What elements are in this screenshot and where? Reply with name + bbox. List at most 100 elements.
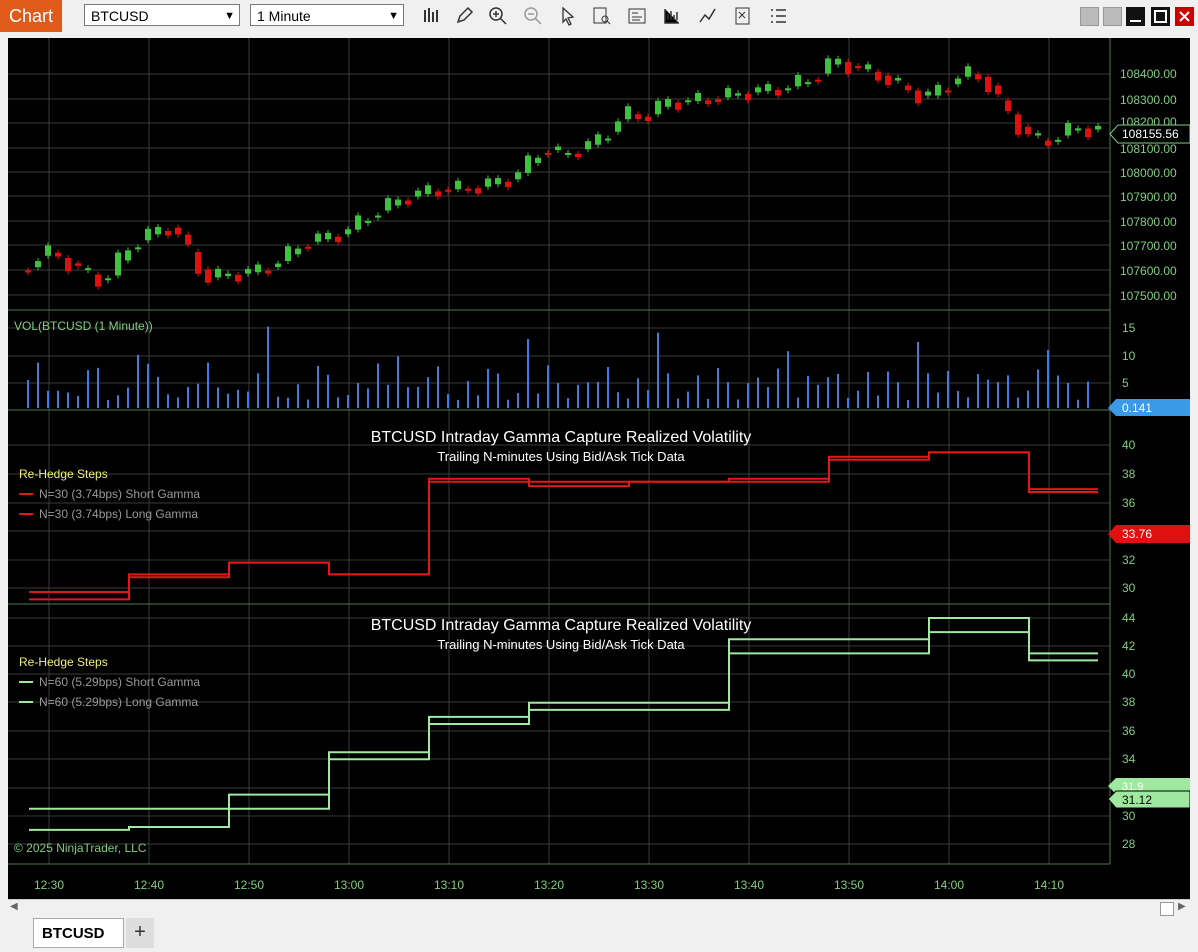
chart-toolbar: Chart BTCUSD ▼ 1 Minute ▼ bbox=[0, 0, 1198, 32]
volume-bar bbox=[387, 384, 389, 408]
data-box-icon[interactable] bbox=[590, 5, 614, 27]
price-tick: 107700.00 bbox=[1120, 239, 1177, 253]
candle-body bbox=[805, 82, 811, 85]
copyright-text: © 2025 NinjaTrader, LLC bbox=[14, 841, 147, 855]
volume-bar bbox=[537, 393, 539, 408]
chart-canvas[interactable]: 108400.00 108300.00 108200.00 108100.00 … bbox=[8, 38, 1190, 900]
volume-tick: 15 bbox=[1122, 321, 1136, 335]
candle-body bbox=[235, 274, 241, 282]
price-tick: 107800.00 bbox=[1120, 215, 1177, 229]
gamma30-last-value: 33.76 bbox=[1122, 527, 1152, 541]
volume-bar bbox=[87, 370, 89, 408]
candle-body bbox=[1045, 140, 1051, 146]
properties-icon[interactable] bbox=[625, 5, 649, 27]
volume-bar bbox=[427, 377, 429, 408]
volume-tick: 5 bbox=[1122, 376, 1129, 390]
candle-body bbox=[525, 155, 531, 173]
restore-layout-icon[interactable] bbox=[1080, 7, 1099, 26]
candle-body bbox=[965, 66, 971, 77]
instrument-selector[interactable]: BTCUSD ▼ bbox=[84, 4, 240, 26]
volume-bar bbox=[967, 397, 969, 408]
volume-bar bbox=[937, 392, 939, 408]
volume-bar bbox=[37, 362, 39, 408]
zoom-out-icon[interactable] bbox=[521, 5, 545, 27]
volume-bar bbox=[157, 376, 159, 408]
candle-body bbox=[725, 88, 731, 98]
volume-bar bbox=[57, 390, 59, 408]
volume-bar bbox=[717, 368, 719, 408]
candle-body bbox=[865, 64, 871, 70]
volume-label: VOL(BTCUSD (1 Minute)) bbox=[14, 319, 153, 333]
candle-body bbox=[105, 278, 111, 281]
candle-body bbox=[315, 233, 321, 242]
candle-body bbox=[505, 181, 511, 188]
candle-body bbox=[25, 270, 31, 273]
horizontal-scrollbar[interactable]: ◀ ▶ bbox=[8, 899, 1190, 917]
candle-body bbox=[145, 228, 151, 241]
scroll-left-icon[interactable]: ◀ bbox=[10, 901, 18, 912]
strategies-icon[interactable] bbox=[696, 5, 720, 27]
volume-bar bbox=[297, 384, 299, 408]
candle-body bbox=[265, 270, 271, 274]
volume-bar bbox=[807, 375, 809, 408]
candle-body bbox=[545, 153, 551, 155]
candle-body bbox=[395, 199, 401, 206]
scroll-thumb[interactable] bbox=[1160, 902, 1174, 916]
interval-selector[interactable]: 1 Minute ▼ bbox=[250, 4, 404, 26]
templates-icon[interactable] bbox=[731, 5, 755, 27]
pointer-icon[interactable] bbox=[556, 5, 580, 27]
x-tick: 13:20 bbox=[534, 878, 564, 892]
chart-menu-button[interactable]: Chart bbox=[0, 0, 62, 32]
volume-bar bbox=[267, 326, 269, 408]
list-icon[interactable] bbox=[766, 5, 790, 27]
gamma60-tick: 34 bbox=[1122, 752, 1136, 766]
volume-bar bbox=[137, 354, 139, 408]
x-tick: 12:50 bbox=[234, 878, 264, 892]
volume-bar bbox=[107, 399, 109, 408]
scroll-right-icon[interactable]: ▶ bbox=[1178, 901, 1186, 912]
candle-body bbox=[95, 274, 101, 287]
volume-bar bbox=[227, 393, 229, 408]
candle-body bbox=[165, 231, 171, 236]
volume-bar bbox=[1007, 375, 1009, 408]
candle-body bbox=[705, 100, 711, 105]
candle-body bbox=[735, 93, 741, 96]
indicators-icon[interactable] bbox=[660, 5, 684, 27]
candle-body bbox=[65, 258, 71, 272]
tile-icon[interactable] bbox=[1103, 7, 1122, 26]
volume-bar bbox=[877, 395, 879, 408]
chart-svg[interactable]: 108400.00 108300.00 108200.00 108100.00 … bbox=[8, 38, 1190, 900]
tab-bar: BTCUSD + bbox=[0, 916, 1198, 952]
pencil-icon[interactable] bbox=[452, 5, 476, 27]
gamma30-tick: 32 bbox=[1122, 553, 1136, 567]
volume-bar bbox=[1057, 375, 1059, 408]
volume-bar bbox=[727, 382, 729, 408]
maximize-icon[interactable] bbox=[1151, 7, 1170, 26]
candle-body bbox=[255, 264, 261, 273]
volume-bar bbox=[897, 382, 899, 408]
candle-body bbox=[795, 75, 801, 87]
candle-body bbox=[75, 263, 81, 266]
price-tick: 107900.00 bbox=[1120, 190, 1177, 204]
close-icon[interactable] bbox=[1175, 7, 1194, 26]
gamma60-tick: 28 bbox=[1122, 837, 1136, 851]
candle-body bbox=[985, 76, 991, 93]
tab-btcusd[interactable]: BTCUSD bbox=[33, 918, 124, 948]
volume-bar bbox=[67, 392, 69, 408]
volume-bar bbox=[527, 339, 529, 408]
candle-body bbox=[425, 185, 431, 194]
candle-body bbox=[635, 114, 641, 119]
volume-bar bbox=[237, 389, 239, 408]
gamma60-tick: 36 bbox=[1122, 724, 1136, 738]
add-tab-button[interactable]: + bbox=[126, 918, 154, 948]
volume-bar bbox=[497, 373, 499, 408]
zoom-in-icon[interactable] bbox=[486, 5, 510, 27]
bar-type-icon[interactable] bbox=[419, 5, 443, 27]
volume-bar bbox=[867, 372, 869, 408]
minimize-icon[interactable] bbox=[1126, 7, 1145, 26]
candle-body bbox=[815, 79, 821, 82]
candle-body bbox=[615, 121, 621, 132]
volume-bar bbox=[797, 397, 799, 408]
volume-bar bbox=[177, 397, 179, 408]
x-tick: 14:10 bbox=[1034, 878, 1064, 892]
